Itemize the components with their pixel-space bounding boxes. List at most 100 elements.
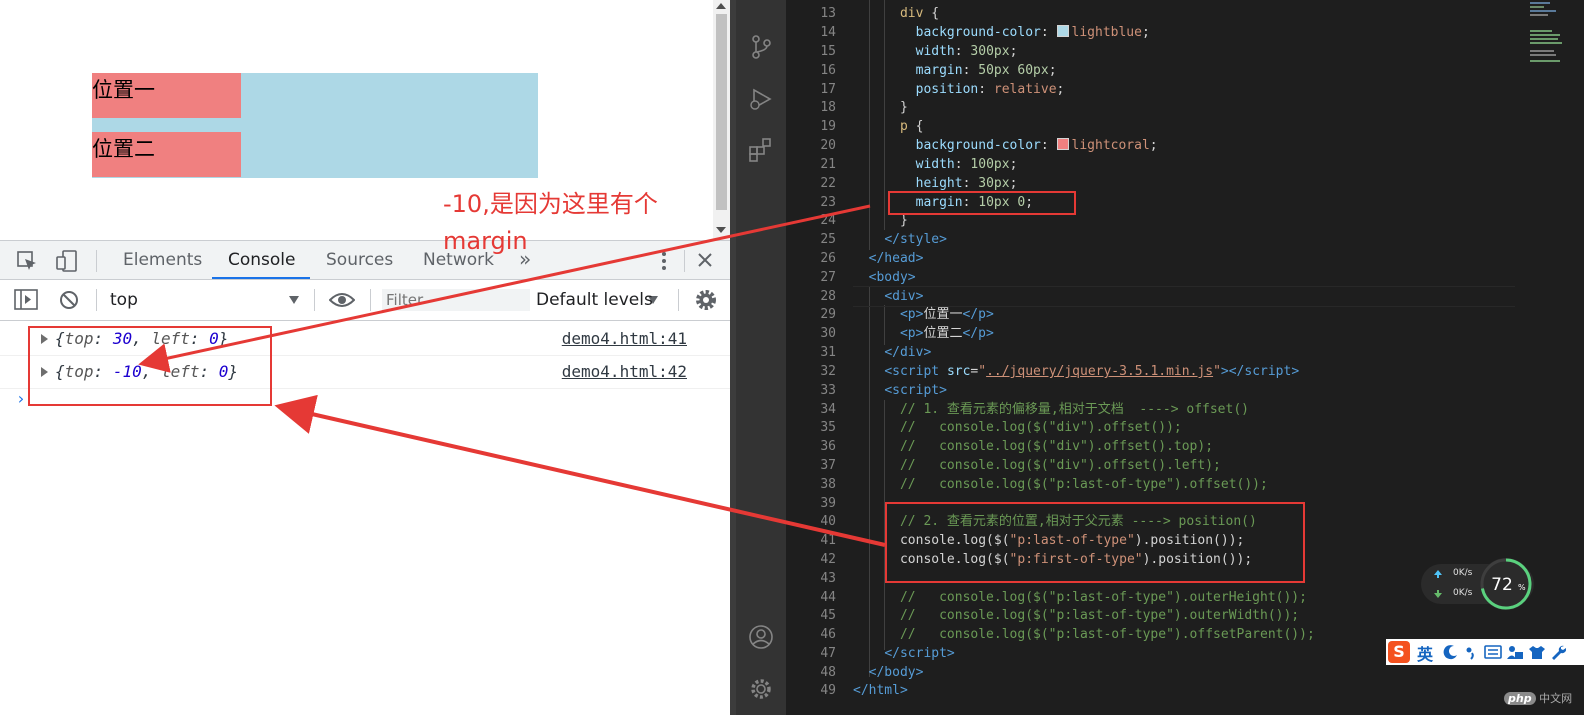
tab-sources[interactable]: Sources [326,250,393,270]
code-line: </head> [868,251,924,266]
source-control-icon[interactable] [748,34,774,60]
extensions-icon[interactable] [748,137,774,163]
line-number: 36 [820,439,836,454]
code-line: width: 100px; [915,157,1018,172]
ime-language[interactable]: 英 [1417,641,1433,665]
tab-elements[interactable]: Elements [123,250,202,270]
chevron-down-icon[interactable] [289,296,299,304]
watermark-brand: php [1504,692,1536,705]
tab-console[interactable]: Console [228,250,296,270]
console-prompt[interactable]: › [16,389,26,408]
source-link[interactable]: demo4.html:42 [562,362,687,381]
current-line-highlight [853,286,1515,307]
code-line: // console.log($("p:last-of-type").outer… [899,590,1307,605]
line-number: 46 [820,627,836,642]
keyboard-icon[interactable] [1484,645,1502,659]
code-line: margin: 50px 60px; [915,63,1057,78]
download-arrow-icon [1434,590,1442,598]
code-line: // console.log($("div").offset().left); [899,458,1221,473]
paragraph-one: 位置一 [92,73,241,118]
line-number: 34 [820,402,836,417]
code-line: <body> [868,270,916,285]
line-number: 33 [820,383,836,398]
ime-toolbar[interactable]: S 英 [1386,639,1584,665]
line-number: 29 [820,307,836,322]
editor-scrollbar[interactable] [1570,0,1584,715]
run-debug-icon[interactable] [748,86,774,112]
code-line: position: relative; [915,82,1065,97]
line-number: 26 [820,251,836,266]
code-line: // console.log($("p:last-of-type").offse… [899,477,1268,492]
context-selector[interactable]: top [110,290,138,310]
line-number: 42 [820,552,836,567]
line-number: 39 [820,496,836,511]
line-number: 32 [820,364,836,379]
gear-icon[interactable] [694,288,718,312]
skin-shirt-icon[interactable] [1529,644,1545,660]
code-line: // console.log($("div").offset().top); [899,439,1214,454]
scroll-up-icon[interactable] [716,3,726,9]
settings-gear-icon[interactable] [748,676,774,702]
line-number: 14 [820,25,836,40]
inspect-element-icon[interactable] [16,250,38,272]
divider [370,289,371,311]
paragraph-two: 位置二 [92,132,241,177]
line-number: 22 [820,176,836,191]
code-line: // 1. 查看元素的偏移量,相对于文档 ----> offset() [899,402,1249,417]
memory-gauge[interactable]: 72 % [1478,556,1534,612]
user-grid-icon[interactable] [1506,644,1524,660]
line-number: 38 [820,477,836,492]
log-levels-dropdown[interactable]: Default levels [536,290,653,310]
line-number: 19 [820,119,836,134]
wrench-icon[interactable] [1550,644,1566,660]
console-filter-input[interactable] [382,289,530,311]
line-number: 41 [820,533,836,548]
color-swatch[interactable] [1056,25,1069,37]
line-number: 48 [820,665,836,680]
annotation-note: -10,是因为这里有个margin [443,190,658,255]
code-line: // console.log($("p:last-of-type").outer… [899,608,1300,623]
code-line: // console.log($("div").offset()); [899,420,1182,435]
upload-arrow-icon [1434,570,1442,578]
code-line: <p>位置一</p> [899,307,994,322]
line-number: 27 [820,270,836,285]
clear-console-icon[interactable] [58,289,80,311]
line-number: 43 [820,571,836,586]
active-tab-indicator [212,277,310,279]
scrollbar-thumb[interactable] [716,14,727,210]
highlight-margin-line [888,191,1076,215]
sidebar-toggle-icon[interactable] [14,289,38,311]
line-number: 35 [820,420,836,435]
live-expression-eye-icon[interactable] [329,290,355,310]
line-number: 47 [820,646,836,661]
code-line: <script> [884,383,947,398]
code-line: } [853,100,908,115]
line-number: 21 [820,157,836,172]
color-swatch[interactable] [1056,138,1069,150]
minimap[interactable] [1527,0,1570,80]
line-number: 17 [820,82,836,97]
line-number: 16 [820,63,836,78]
device-toolbar-icon[interactable] [55,249,79,273]
line-number: 40 [820,514,836,529]
devtools-panel: Elements Console Sources Network » top F… [0,240,730,716]
code-line: div { [899,6,940,21]
divider [96,250,97,272]
line-number: 15 [820,44,836,59]
moon-icon[interactable] [1443,644,1459,660]
code-line: p { [899,119,924,134]
source-link[interactable]: demo4.html:41 [562,329,687,348]
highlight-console-output [28,326,272,406]
upload-speed: 0K/s [1453,568,1473,578]
line-number: 24 [820,213,836,228]
punctuation-icon[interactable] [1465,644,1479,660]
line-number: 28 [820,289,836,304]
code-line: <p>位置二</p> [899,326,994,341]
sogou-logo-icon[interactable]: S [1388,641,1410,663]
line-number: 25 [820,232,836,247]
line-number: 13 [820,6,836,21]
account-icon[interactable] [748,624,774,650]
code-line: </div> [884,345,932,360]
watermark-site: 中文网 [1539,692,1573,705]
gauge-percent-suffix: % [1518,583,1526,592]
